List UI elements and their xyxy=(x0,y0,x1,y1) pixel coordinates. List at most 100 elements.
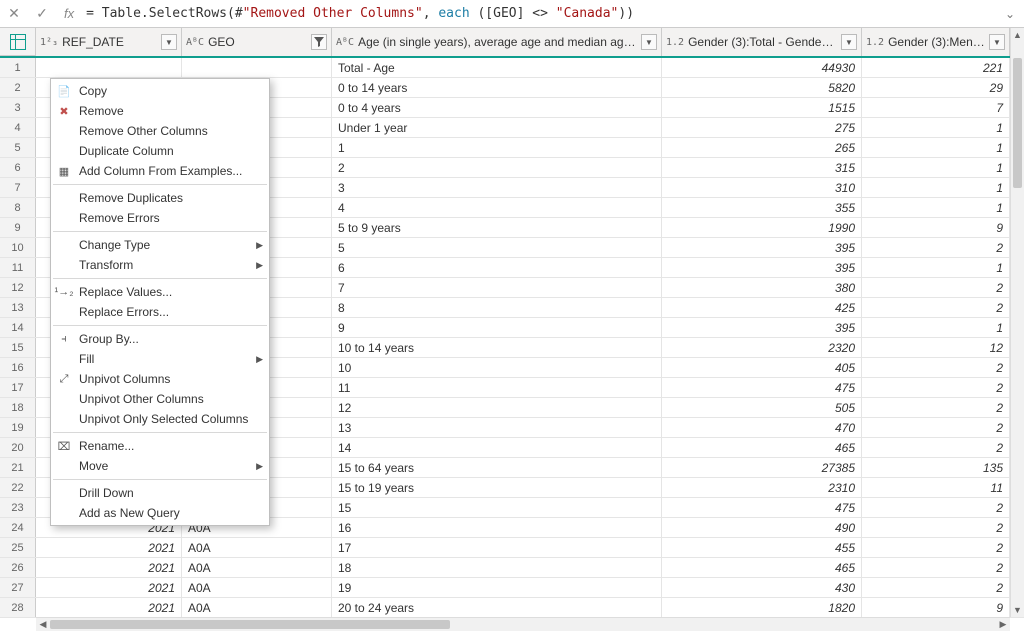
row-number[interactable]: 12 xyxy=(0,278,36,297)
cell-gender-men[interactable]: 135 xyxy=(862,458,1010,477)
cell-age[interactable]: 4 xyxy=(332,198,662,217)
row-number[interactable]: 19 xyxy=(0,418,36,437)
row-number[interactable]: 17 xyxy=(0,378,36,397)
cell-gender-total[interactable]: 505 xyxy=(662,398,862,417)
table-row[interactable]: 1Total - Age44930221 xyxy=(0,58,1024,78)
menu-item-change-type[interactable]: Change Type▶ xyxy=(51,235,269,255)
cell-gender-total[interactable]: 310 xyxy=(662,178,862,197)
cell-gender-men[interactable]: 2 xyxy=(862,498,1010,517)
cell-gender-men[interactable]: 2 xyxy=(862,238,1010,257)
cell-geo[interactable]: A0A xyxy=(182,578,332,597)
cell-gender-total[interactable]: 490 xyxy=(662,518,862,537)
cell-age[interactable]: 8 xyxy=(332,298,662,317)
row-number[interactable]: 16 xyxy=(0,358,36,377)
cell-gender-men[interactable]: 2 xyxy=(862,278,1010,297)
row-number[interactable]: 5 xyxy=(0,138,36,157)
cell-gender-men[interactable]: 1 xyxy=(862,198,1010,217)
menu-item-duplicate[interactable]: Duplicate Column xyxy=(51,141,269,161)
table-row[interactable]: 262021A0A184652 xyxy=(0,558,1024,578)
row-number[interactable]: 21 xyxy=(0,458,36,477)
cell-ref-date[interactable]: 2021 xyxy=(36,558,182,577)
scroll-up-icon[interactable]: ▲ xyxy=(1011,28,1024,42)
cell-age[interactable]: 6 xyxy=(332,258,662,277)
menu-item-add-query[interactable]: Add as New Query xyxy=(51,503,269,523)
cell-age[interactable]: 3 xyxy=(332,178,662,197)
cell-gender-total[interactable]: 395 xyxy=(662,318,862,337)
cell-gender-men[interactable]: 12 xyxy=(862,338,1010,357)
cell-age[interactable]: 9 xyxy=(332,318,662,337)
cell-gender-men[interactable]: 2 xyxy=(862,358,1010,377)
cell-ref-date[interactable]: 2021 xyxy=(36,598,182,617)
cell-age[interactable]: 15 to 64 years xyxy=(332,458,662,477)
fx-icon[interactable]: fx xyxy=(60,6,78,21)
menu-item-drill[interactable]: Drill Down xyxy=(51,483,269,503)
cell-gender-total[interactable]: 380 xyxy=(662,278,862,297)
table-row[interactable]: 282021A0A20 to 24 years18209 xyxy=(0,598,1024,618)
cell-age[interactable]: 2 xyxy=(332,158,662,177)
row-number[interactable]: 22 xyxy=(0,478,36,497)
cell-gender-total[interactable]: 470 xyxy=(662,418,862,437)
formula-input[interactable]: = Table.SelectRows(#"Removed Other Colum… xyxy=(86,6,992,21)
horizontal-scrollbar[interactable]: ◀ ▶ xyxy=(36,617,1010,631)
table-options-icon[interactable] xyxy=(0,28,36,56)
cell-gender-men[interactable]: 1 xyxy=(862,138,1010,157)
column-header-ref-date[interactable]: 1²₃ REF_DATE ▼ xyxy=(36,28,182,56)
cell-age[interactable]: 12 xyxy=(332,398,662,417)
table-row[interactable]: 272021A0A194302 xyxy=(0,578,1024,598)
vertical-scrollbar[interactable]: ▲ ▼ xyxy=(1010,28,1024,617)
row-number[interactable]: 8 xyxy=(0,198,36,217)
row-number[interactable]: 2 xyxy=(0,78,36,97)
column-header-age[interactable]: AᴮC Age (in single years), average age a… xyxy=(332,28,662,56)
cell-age[interactable]: 10 to 14 years xyxy=(332,338,662,357)
cell-gender-total[interactable]: 315 xyxy=(662,158,862,177)
cell-gender-total[interactable]: 27385 xyxy=(662,458,862,477)
menu-item-group-by[interactable]: ⫞Group By... xyxy=(51,329,269,349)
cell-gender-men[interactable]: 1 xyxy=(862,178,1010,197)
cell-gender-men[interactable]: 2 xyxy=(862,418,1010,437)
menu-item-replace-values[interactable]: ¹→₂Replace Values... xyxy=(51,282,269,302)
cell-gender-total[interactable]: 395 xyxy=(662,258,862,277)
cell-age[interactable]: 20 to 24 years xyxy=(332,598,662,617)
cell-gender-men[interactable]: 1 xyxy=(862,258,1010,277)
menu-item-rename[interactable]: ⌧Rename... xyxy=(51,436,269,456)
row-number[interactable]: 4 xyxy=(0,118,36,137)
cell-age[interactable]: 10 xyxy=(332,358,662,377)
cell-gender-men[interactable]: 1 xyxy=(862,318,1010,337)
cell-age[interactable]: 15 xyxy=(332,498,662,517)
cancel-formula-icon[interactable]: ✕ xyxy=(4,4,24,24)
menu-item-remove[interactable]: ✖Remove xyxy=(51,101,269,121)
column-header-geo[interactable]: AᴮC GEO xyxy=(182,28,332,56)
row-number[interactable]: 14 xyxy=(0,318,36,337)
expand-formula-icon[interactable]: ⌄ xyxy=(1000,7,1020,21)
cell-gender-men[interactable]: 9 xyxy=(862,598,1010,617)
cell-gender-total[interactable]: 355 xyxy=(662,198,862,217)
row-number[interactable]: 13 xyxy=(0,298,36,317)
row-number[interactable]: 1 xyxy=(0,58,36,77)
column-filter-gender-total[interactable]: ▼ xyxy=(841,34,857,50)
row-number[interactable]: 25 xyxy=(0,538,36,557)
menu-item-replace-errors[interactable]: Replace Errors... xyxy=(51,302,269,322)
cell-gender-total[interactable]: 405 xyxy=(662,358,862,377)
cell-gender-total[interactable]: 465 xyxy=(662,558,862,577)
row-number[interactable]: 27 xyxy=(0,578,36,597)
column-header-gender-men[interactable]: 1.2 Gender (3):Men+[2] ▼ xyxy=(862,28,1010,56)
row-number[interactable]: 11 xyxy=(0,258,36,277)
scroll-left-icon[interactable]: ◀ xyxy=(36,618,50,631)
cell-gender-men[interactable]: 11 xyxy=(862,478,1010,497)
cell-age[interactable]: 18 xyxy=(332,558,662,577)
column-filter-geo[interactable] xyxy=(311,34,327,50)
cell-age[interactable]: Total - Age xyxy=(332,58,662,77)
cell-gender-total[interactable]: 1515 xyxy=(662,98,862,117)
cell-geo[interactable]: A0A xyxy=(182,558,332,577)
cell-gender-men[interactable]: 2 xyxy=(862,298,1010,317)
row-number[interactable]: 20 xyxy=(0,438,36,457)
row-number[interactable]: 10 xyxy=(0,238,36,257)
cell-age[interactable]: 13 xyxy=(332,418,662,437)
cell-gender-men[interactable]: 2 xyxy=(862,438,1010,457)
cell-gender-total[interactable]: 2310 xyxy=(662,478,862,497)
menu-item-remove-dup[interactable]: Remove Duplicates xyxy=(51,188,269,208)
cell-age[interactable]: 14 xyxy=(332,438,662,457)
cell-gender-men[interactable]: 2 xyxy=(862,518,1010,537)
menu-item-unpivot-sel[interactable]: Unpivot Only Selected Columns xyxy=(51,409,269,429)
row-number[interactable]: 3 xyxy=(0,98,36,117)
